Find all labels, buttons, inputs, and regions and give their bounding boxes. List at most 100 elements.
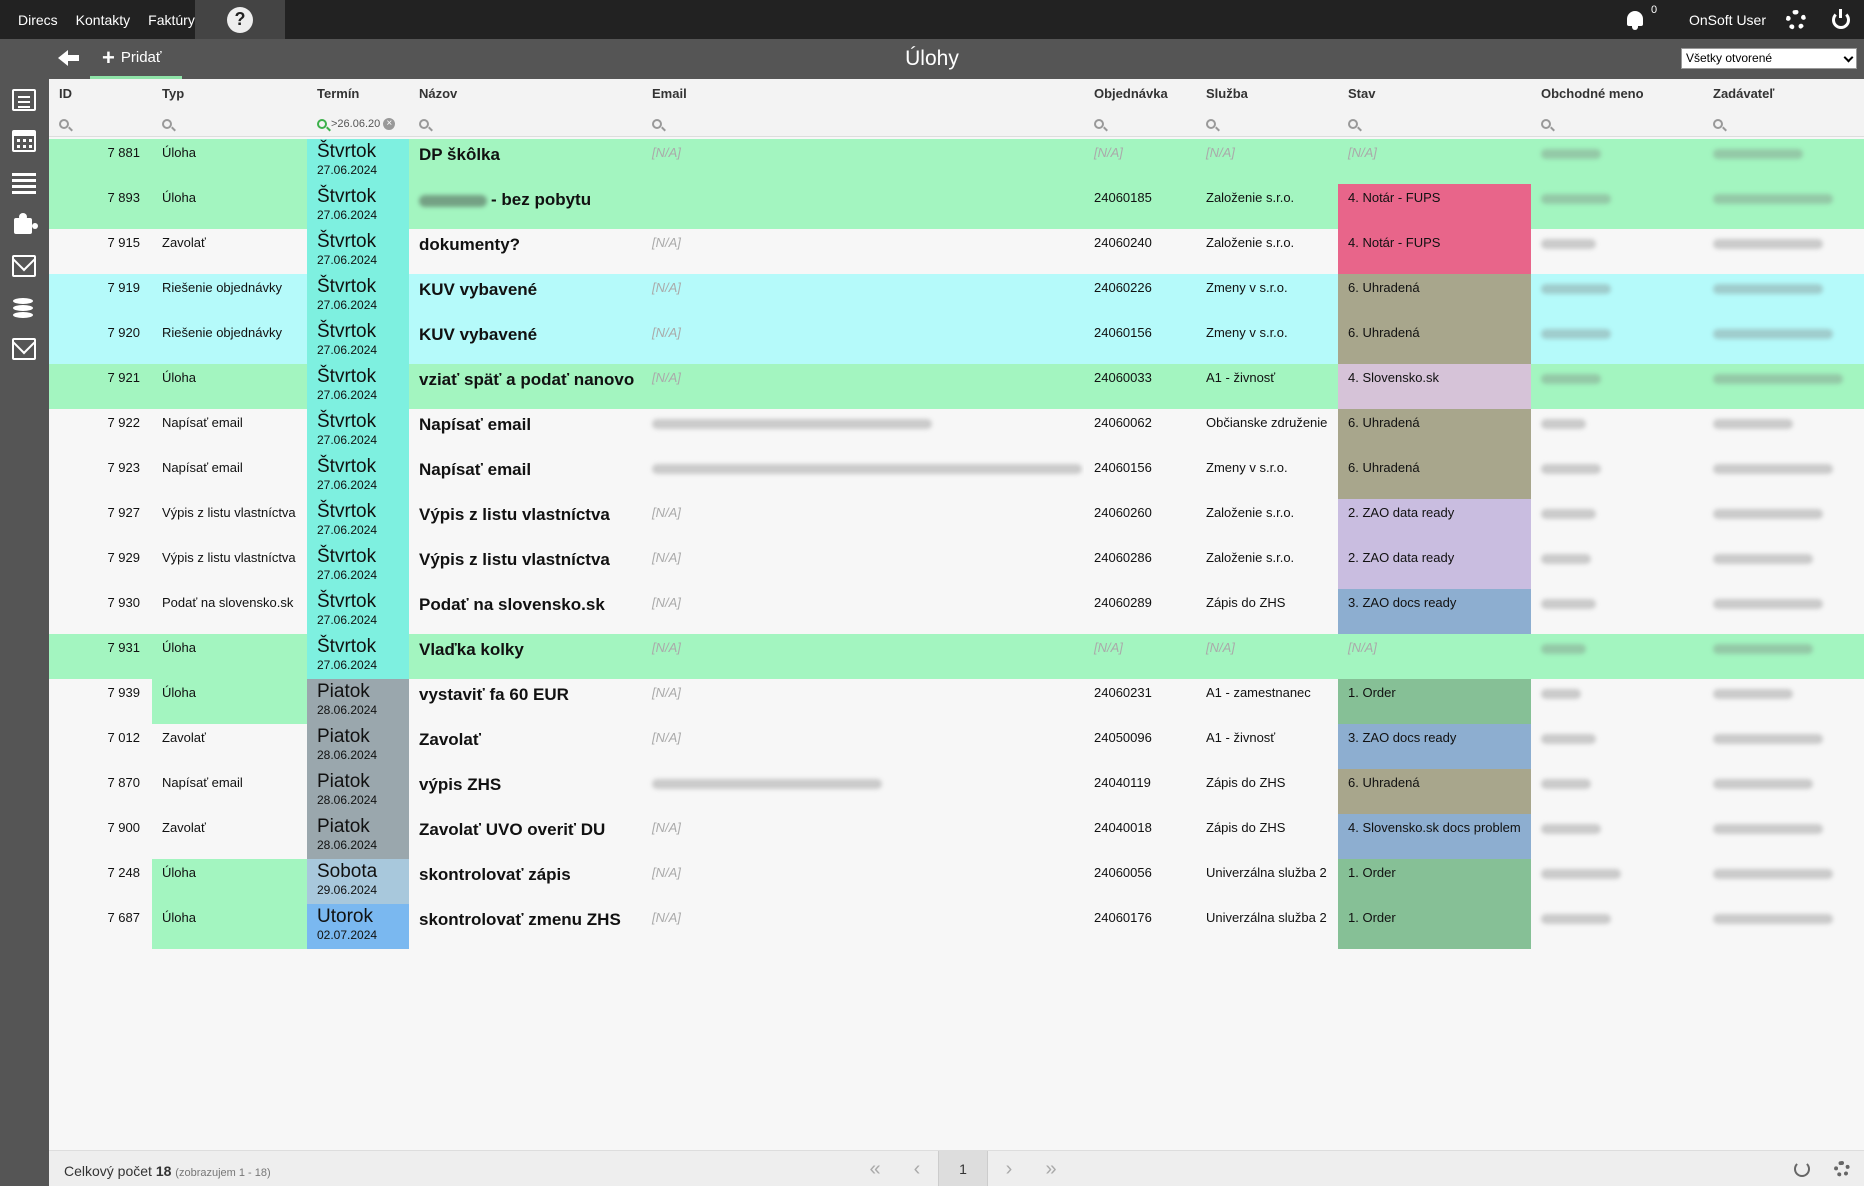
- filter-termin-value[interactable]: >26.06.20: [331, 118, 380, 130]
- cell-nazov[interactable]: vziať späť a podať nanovo: [409, 364, 642, 409]
- last-page-icon[interactable]: »: [1030, 1151, 1072, 1186]
- col-header-sluzba[interactable]: Služba: [1196, 79, 1338, 109]
- table-row[interactable]: 7 922 Napísať email Štvrtok 27.06.2024 Napís…: [49, 409, 1864, 454]
- sidebar-document-icon[interactable]: [12, 89, 36, 111]
- cell-typ: Úloha: [152, 184, 307, 229]
- cell-nazov[interactable]: Výpis z listu vlastníctva: [409, 544, 642, 589]
- filter-obchodne-meno[interactable]: [1531, 115, 1551, 133]
- cell-nazov[interactable]: skontrolovať zmenu ZHS: [409, 904, 642, 949]
- sidebar-puzzle-icon[interactable]: [12, 213, 36, 235]
- row-typ: Podať na slovensko.sk: [162, 595, 294, 610]
- cell-email: [N/A]: [642, 364, 1084, 409]
- row-term-day: Štvrtok: [317, 501, 377, 522]
- row-stav: 6. Uhradená: [1348, 415, 1420, 430]
- col-header-id[interactable]: ID: [49, 79, 152, 109]
- sidebar-mail-send-icon[interactable]: [12, 338, 36, 360]
- sidebar-database-icon[interactable]: [12, 297, 36, 319]
- cell-nazov[interactable]: Výpis z listu vlastníctva: [409, 499, 642, 544]
- row-term-date: 28.06.2024: [317, 748, 378, 762]
- search-icon: [1541, 119, 1551, 129]
- sidebar-list-icon[interactable]: [12, 171, 36, 193]
- sidebar-mail-icon[interactable]: [12, 255, 36, 277]
- nav-direcs[interactable]: Direcs: [18, 12, 58, 28]
- user-name[interactable]: OnSoft User: [1689, 12, 1766, 28]
- col-header-objednavka[interactable]: Objednávka: [1084, 79, 1196, 109]
- table-row[interactable]: 7 921 Úloha Štvrtok 27.06.2024 vziať späť a …: [49, 364, 1864, 409]
- help-button[interactable]: ?: [195, 0, 285, 39]
- filter-stav[interactable]: [1338, 115, 1358, 133]
- table-row[interactable]: 7 919 Riešenie objednávky Štvrtok 27.06.202…: [49, 274, 1864, 319]
- table-row[interactable]: 7 915 Zavolať Štvrtok 27.06.2024 dokumenty? […: [49, 229, 1864, 274]
- cell-sluzba: Univerzálna služba 2: [1196, 904, 1338, 949]
- table-row[interactable]: 7 900 Zavolať Piatok 28.06.2024 Zavolať UVO …: [49, 814, 1864, 859]
- filter-email[interactable]: [642, 115, 662, 133]
- cell-nazov[interactable]: výpis ZHS: [409, 769, 642, 814]
- current-page[interactable]: 1: [938, 1151, 988, 1186]
- table-row[interactable]: 7 939 Úloha Piatok 28.06.2024 vystaviť fa 60…: [49, 679, 1864, 724]
- cell-nazov[interactable]: KUV vybavené: [409, 319, 642, 364]
- cell-nazov[interactable]: KUV vybavené: [409, 274, 642, 319]
- row-stav: 6. Uhradená: [1348, 460, 1420, 475]
- table-row[interactable]: 7 931 Úloha Štvrtok 27.06.2024 Vlaďka kolky […: [49, 634, 1864, 679]
- add-button[interactable]: + Pridať: [90, 39, 182, 79]
- view-filter-select[interactable]: Všetky otvorené: [1681, 48, 1857, 69]
- cell-nazov[interactable]: Zavolať: [409, 724, 642, 769]
- cell-nazov[interactable]: Vlaďka kolky: [409, 634, 642, 679]
- prev-page-icon[interactable]: ‹: [896, 1151, 938, 1186]
- cell-nazov[interactable]: Napísať email: [409, 409, 642, 454]
- col-header-obchodne-meno[interactable]: Obchodné meno: [1531, 79, 1703, 109]
- nav-faktury[interactable]: Faktúry: [148, 12, 195, 28]
- filter-zadavatel[interactable]: [1703, 115, 1723, 133]
- row-term-day: Štvrtok: [317, 276, 377, 297]
- pager: « ‹ 1 › »: [854, 1151, 1072, 1186]
- table-row[interactable]: 7 929 Výpis z listu vlastníctva Štvrtok 27.…: [49, 544, 1864, 589]
- table-row[interactable]: 7 870 Napísať email Piatok 28.06.2024 výpis …: [49, 769, 1864, 814]
- filter-typ[interactable]: [152, 115, 172, 133]
- table-row[interactable]: 7 893 Úloha Štvrtok 27.06.2024 - bez pobytu 2…: [49, 184, 1864, 229]
- table-row[interactable]: 7 248 Úloha Sobota 29.06.2024 skontrolovať z…: [49, 859, 1864, 904]
- row-term-date: 27.06.2024: [317, 298, 378, 312]
- table-row[interactable]: 7 930 Podať na slovensko.sk Štvrtok 27.06.2…: [49, 589, 1864, 634]
- cell-nazov[interactable]: Podať na slovensko.sk: [409, 589, 642, 634]
- notifications-bell-icon[interactable]: 0: [1625, 4, 1657, 30]
- filter-termin[interactable]: >26.06.20 ×: [307, 115, 396, 133]
- cell-stav: 6. Uhradená: [1338, 409, 1531, 454]
- table-row[interactable]: 7 012 Zavolať Piatok 28.06.2024 Zavolať [N/A]…: [49, 724, 1864, 769]
- sidebar-calendar-icon[interactable]: [12, 130, 36, 152]
- filter-nazov[interactable]: [409, 115, 429, 133]
- col-header-zadavatel[interactable]: Zadávateľ: [1703, 79, 1864, 109]
- cell-nazov[interactable]: - bez pobytu: [409, 184, 642, 229]
- row-email: [N/A]: [652, 910, 681, 925]
- table-row[interactable]: 7 687 Úloha Utorok 02.07.2024 skontrolovať z…: [49, 904, 1864, 949]
- filter-sluzba[interactable]: [1196, 115, 1216, 133]
- table-row[interactable]: 7 920 Riešenie objednávky Štvrtok 27.06.202…: [49, 319, 1864, 364]
- table-row[interactable]: 7 923 Napísať email Štvrtok 27.06.2024 Napís…: [49, 454, 1864, 499]
- cell-nazov[interactable]: Napísať email: [409, 454, 642, 499]
- cell-objednavka: 24060289: [1084, 589, 1196, 634]
- filter-id[interactable]: [49, 115, 69, 133]
- grid-settings-gear-icon[interactable]: [1834, 1161, 1850, 1177]
- refresh-icon[interactable]: [1794, 1161, 1810, 1177]
- table-row[interactable]: 7 881 Úloha Štvrtok 27.06.2024 DP škôlka [N/A…: [49, 139, 1864, 184]
- table-row[interactable]: 7 927 Výpis z listu vlastníctva Štvrtok 27.…: [49, 499, 1864, 544]
- first-page-icon[interactable]: «: [854, 1151, 896, 1186]
- filter-objednavka[interactable]: [1084, 115, 1104, 133]
- cell-nazov[interactable]: skontrolovať zápis: [409, 859, 642, 904]
- col-header-email[interactable]: Email: [642, 79, 1084, 109]
- back-arrow-icon[interactable]: [58, 48, 80, 68]
- cell-nazov[interactable]: DP škôlka: [409, 139, 642, 184]
- power-logout-icon[interactable]: [1832, 8, 1850, 29]
- col-header-stav[interactable]: Stav: [1338, 79, 1531, 109]
- clear-filter-icon[interactable]: ×: [383, 118, 396, 130]
- next-page-icon[interactable]: ›: [988, 1151, 1030, 1186]
- row-id: 7 922: [107, 415, 140, 430]
- col-header-termin[interactable]: Termín: [307, 79, 409, 109]
- col-header-nazov[interactable]: Názov: [409, 79, 642, 109]
- cell-nazov[interactable]: vystaviť fa 60 EUR: [409, 679, 642, 724]
- col-header-typ[interactable]: Typ: [152, 79, 307, 109]
- settings-gear-icon[interactable]: [1786, 9, 1806, 30]
- cell-nazov[interactable]: Zavolať UVO overiť DU: [409, 814, 642, 859]
- row-nazov: Napísať email: [419, 460, 532, 479]
- cell-nazov[interactable]: dokumenty?: [409, 229, 642, 274]
- nav-kontakty[interactable]: Kontakty: [76, 12, 130, 28]
